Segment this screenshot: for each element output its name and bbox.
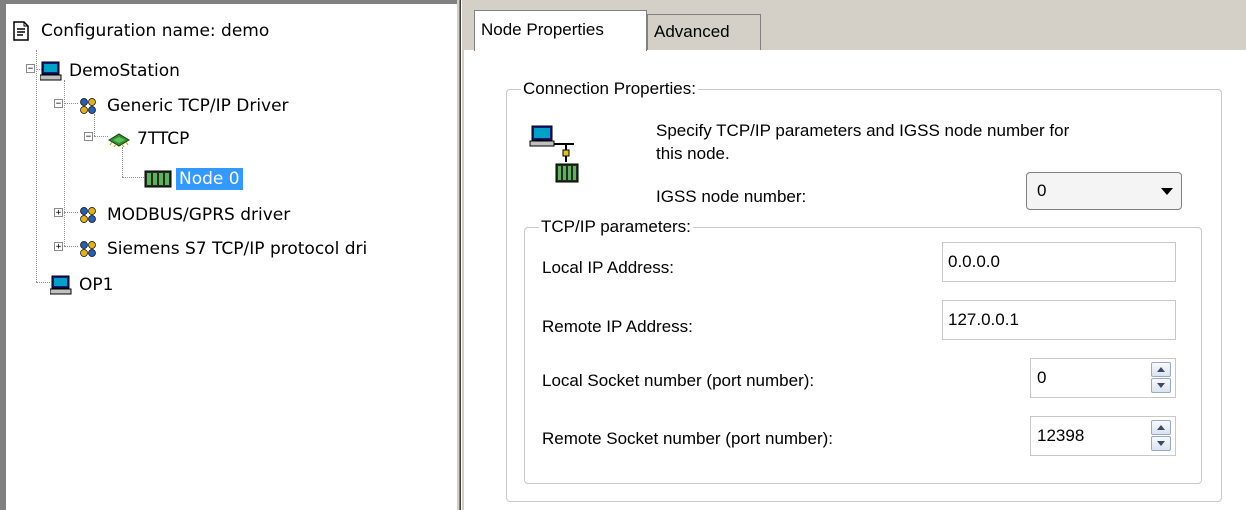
document-icon <box>12 21 32 41</box>
tree-item-label: Generic TCP/IP Driver <box>107 96 289 116</box>
network-plc-icon <box>528 122 582 192</box>
igss-node-number-select[interactable]: 0 <box>1026 172 1182 210</box>
plc-rack-icon <box>144 169 172 189</box>
spin-buttons <box>1151 420 1171 452</box>
spin-down-button[interactable] <box>1151 436 1171 451</box>
tree-item-demostation[interactable]: DemoStation <box>39 58 183 84</box>
local-ip-input[interactable]: 0.0.0.0 <box>942 242 1176 282</box>
local-socket-label: Local Socket number (port number): <box>542 371 815 390</box>
connection-properties-legend: Connection Properties: <box>521 79 698 98</box>
description-line-2: this node. <box>656 144 730 163</box>
tree-item-generic-tcpip-driver[interactable]: Generic TCP/IP Driver <box>78 93 292 119</box>
description-line-1: Specify TCP/IP parameters and IGSS node … <box>656 121 1070 140</box>
local-socket-stepper[interactable]: 0 <box>1030 358 1176 398</box>
tree-connector <box>64 246 78 247</box>
tree-item-siemens-s7-driver[interactable]: Siemens S7 TCP/IP protocol dri <box>78 236 370 262</box>
tab-advanced[interactable]: Advanced <box>647 14 761 50</box>
tree-connector <box>64 80 65 246</box>
tree-connector <box>36 282 50 283</box>
tcpip-parameters-legend: TCP/IP parameters: <box>539 217 693 236</box>
tree-connector <box>94 136 108 137</box>
local-socket-value: 0 <box>1037 368 1047 387</box>
pane-splitter[interactable] <box>457 0 464 510</box>
tree-item-7ttcp[interactable]: 7TTCP <box>108 126 192 152</box>
spin-buttons <box>1151 362 1171 394</box>
spin-up-button[interactable] <box>1151 420 1171 435</box>
local-ip-label: Local IP Address: <box>542 258 674 277</box>
tree-item-label: DemoStation <box>69 61 180 81</box>
properties-pane: Node Properties Advanced Connection Prop… <box>464 0 1246 510</box>
expand-toggle[interactable]: + <box>54 208 63 218</box>
remote-socket-stepper[interactable]: 12398 <box>1030 416 1176 456</box>
tree-root[interactable]: Configuration name: demo <box>12 18 272 44</box>
tree-item-label: MODBUS/GPRS driver <box>107 205 291 225</box>
remote-ip-label: Remote IP Address: <box>542 317 693 336</box>
spin-up-button[interactable] <box>1151 362 1171 377</box>
tree-item-label: Node 0 <box>176 168 243 190</box>
tree-item-label: 7TTCP <box>137 129 190 149</box>
tree-item-label: Siemens S7 TCP/IP protocol dri <box>107 239 368 259</box>
tree-item-modbus-gprs-driver[interactable]: MODBUS/GPRS driver <box>78 202 293 228</box>
driver-icon <box>78 96 98 116</box>
expand-toggle[interactable]: + <box>54 242 63 252</box>
chevron-down-icon[interactable] <box>1161 188 1173 195</box>
driver-icon <box>78 239 98 259</box>
collapse-toggle[interactable]: − <box>54 99 63 109</box>
tree-connector <box>122 177 144 178</box>
computer-icon <box>49 275 72 295</box>
remote-socket-label: Remote Socket number (port number): <box>542 429 834 448</box>
tree-connector <box>64 103 78 104</box>
driver-icon <box>78 205 98 225</box>
igss-node-number-label: IGSS node number: <box>656 187 807 206</box>
spin-down-button[interactable] <box>1151 378 1171 393</box>
remote-ip-input[interactable]: 127.0.0.1 <box>942 300 1176 340</box>
tree-item-node-0[interactable]: Node 0 <box>144 166 243 192</box>
tree-connector <box>64 212 78 213</box>
igss-node-number-value: 0 <box>1037 181 1047 200</box>
collapse-toggle[interactable]: − <box>84 132 93 142</box>
tab-node-properties[interactable]: Node Properties <box>474 10 647 51</box>
tree-item-label: OP1 <box>79 275 114 295</box>
computer-icon <box>39 61 62 81</box>
network-card-icon <box>108 129 130 149</box>
tree-connector <box>36 50 37 282</box>
tree-item-op1[interactable]: OP1 <box>49 272 116 298</box>
remote-socket-value: 12398 <box>1037 426 1085 445</box>
collapse-toggle[interactable]: − <box>26 64 35 74</box>
configuration-tree[interactable]: Configuration name: demo − DemoStation −… <box>0 0 457 510</box>
tab-strip: Node Properties Advanced <box>464 0 1246 51</box>
tree-root-label: Configuration name: demo <box>41 21 270 41</box>
